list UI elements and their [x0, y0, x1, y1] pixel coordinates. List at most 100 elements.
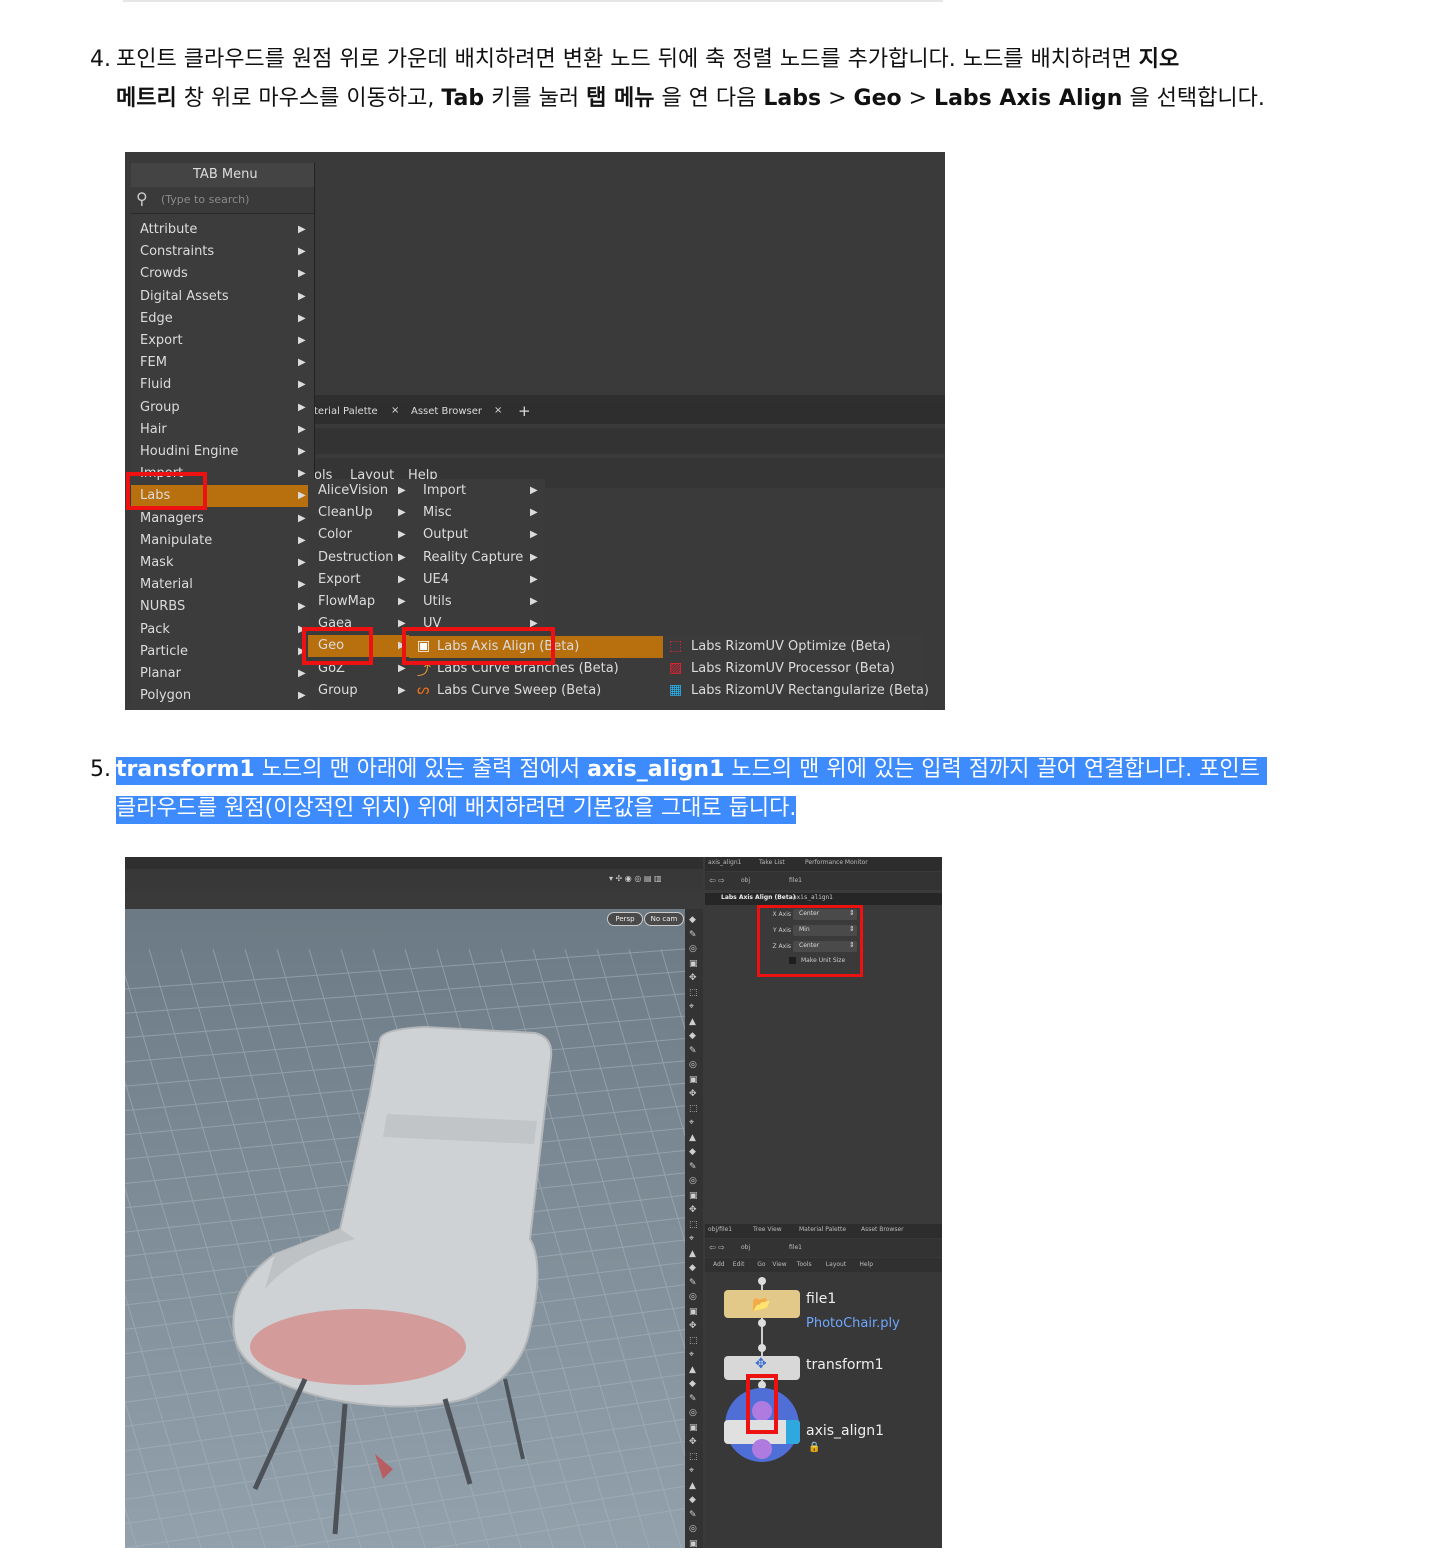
- tool-icon[interactable]: ⌖: [689, 1002, 694, 1012]
- tool-icon[interactable]: ✎: [689, 1394, 697, 1404]
- tab-menu-item[interactable]: Group ▶: [131, 397, 314, 419]
- tool-icon[interactable]: ◎: [689, 1524, 697, 1534]
- geo-menu-item[interactable]: ▨ Labs RizomUV Processor (Beta): [667, 658, 924, 680]
- labs-menu-item[interactable]: CleanUp ▶: [308, 502, 409, 524]
- tool-icon[interactable]: ◆: [689, 1495, 696, 1505]
- tool-icon[interactable]: ⌖: [689, 1234, 694, 1244]
- pane-tab[interactable]: Material Palette: [799, 1226, 846, 1233]
- geo-menu-item[interactable]: ⬚ Labs RizomUV Optimize (Beta): [667, 636, 924, 658]
- path-node[interactable]: file1: [789, 1244, 802, 1251]
- add-tab-icon[interactable]: +: [518, 402, 531, 420]
- labs-menu-item[interactable]: Output ▶: [414, 524, 545, 546]
- camera-button[interactable]: No cam: [644, 912, 684, 926]
- tool-icon[interactable]: ▣: [689, 1539, 698, 1549]
- tool-icon[interactable]: ▲: [689, 1481, 696, 1491]
- menu-item[interactable]: View: [772, 1261, 786, 1268]
- tool-icon[interactable]: ▲: [689, 1017, 696, 1027]
- pane-tab[interactable]: axis_align1: [708, 859, 741, 866]
- tab-menu-item[interactable]: Particle ▶: [131, 641, 314, 663]
- labs-menu-item[interactable]: Color ▶: [308, 524, 409, 546]
- tool-icon[interactable]: ▣: [689, 1075, 698, 1085]
- geo-menu-item[interactable]: ▦ Labs RizomUV Rectangularize (Beta): [667, 680, 929, 702]
- tool-icon[interactable]: ✥: [689, 1205, 697, 1215]
- tab-menu-item[interactable]: Digital Assets ▶: [131, 286, 314, 308]
- menu-item[interactable]: Edit: [733, 1261, 745, 1268]
- labs-menu-item[interactable]: Misc ▶: [414, 502, 545, 524]
- geo-menu-item[interactable]: ᔕ Labs Curve Sweep (Beta): [409, 680, 663, 702]
- tab-menu-item[interactable]: Attribute ▶: [131, 219, 314, 241]
- tab-menu-item[interactable]: Crowds ▶: [131, 263, 314, 285]
- back-forward-icon[interactable]: ⇦ ⇨: [709, 876, 725, 885]
- tab-menu-item[interactable]: Pack ▶: [131, 619, 314, 641]
- labs-menu-item[interactable]: Destruction ▶: [308, 547, 409, 569]
- labs-menu-item[interactable]: AliceVision ▶: [308, 480, 409, 502]
- persp-button[interactable]: Persp: [607, 912, 643, 926]
- tab-menu-item[interactable]: NURBS ▶: [131, 596, 314, 618]
- labs-menu-item[interactable]: Reality Capture ▶: [414, 547, 545, 569]
- tool-icon[interactable]: ✥: [689, 1437, 697, 1447]
- pane-tab[interactable]: Asset Browser: [411, 406, 482, 417]
- tool-icon[interactable]: ◆: [689, 1031, 696, 1041]
- tool-icon[interactable]: ✎: [689, 930, 697, 940]
- labs-menu-item[interactable]: UE4 ▶: [414, 569, 545, 591]
- pane-tab[interactable]: Take List: [759, 859, 785, 866]
- tool-icon[interactable]: ▣: [689, 1191, 698, 1201]
- tool-icon[interactable]: ▲: [689, 1249, 696, 1259]
- tool-icon[interactable]: ✥: [689, 1321, 697, 1331]
- tab-menu-item[interactable]: FEM ▶: [131, 352, 314, 374]
- output-dot[interactable]: [758, 1319, 766, 1327]
- tool-icon[interactable]: ✎: [689, 1046, 697, 1056]
- menu-item[interactable]: Tools: [797, 1261, 812, 1268]
- tool-icon[interactable]: ⌖: [689, 1350, 694, 1360]
- tool-icon[interactable]: ◎: [689, 1176, 697, 1186]
- back-forward-icon[interactable]: ⇦ ⇨: [709, 1243, 725, 1252]
- tool-icon[interactable]: ✥: [689, 973, 697, 983]
- display-flag[interactable]: [786, 1420, 800, 1444]
- tab-menu-item[interactable]: Edge ▶: [131, 308, 314, 330]
- tool-icon[interactable]: ◆: [689, 915, 696, 925]
- tool-icon[interactable]: ✎: [689, 1510, 697, 1520]
- tool-icon[interactable]: ▣: [689, 1307, 698, 1317]
- path-node[interactable]: file1: [789, 877, 802, 884]
- tool-icon[interactable]: ▣: [689, 1423, 698, 1433]
- tab-menu-item[interactable]: Constraints ▶: [131, 241, 314, 263]
- tool-icon[interactable]: ⬚: [689, 1104, 698, 1114]
- labs-menu-item[interactable]: FlowMap ▶: [308, 591, 409, 613]
- tab-menu-item[interactable]: Manipulate ▶: [131, 530, 314, 552]
- menu-item[interactable]: Go: [757, 1261, 765, 1268]
- tool-icon[interactable]: ▲: [689, 1133, 696, 1143]
- seat-cushion[interactable]: [250, 1309, 466, 1385]
- path-segment[interactable]: obj: [741, 877, 750, 884]
- tool-icon[interactable]: ▣: [689, 959, 698, 969]
- tool-icon[interactable]: ✎: [689, 1278, 697, 1288]
- input-dot[interactable]: [758, 1344, 766, 1352]
- tool-icon[interactable]: ⌖: [689, 1466, 694, 1476]
- tool-icon[interactable]: ▲: [689, 1365, 696, 1375]
- tool-icon[interactable]: ⬚: [689, 1220, 698, 1230]
- tool-icon[interactable]: ⬚: [689, 1336, 698, 1346]
- tab-menu-item[interactable]: Primitive▶: [131, 707, 314, 710]
- labs-menu-item[interactable]: Import ▶: [414, 480, 545, 502]
- tool-icon[interactable]: ◎: [689, 1292, 697, 1302]
- input-dot[interactable]: [758, 1277, 766, 1285]
- tool-icon[interactable]: ⬚: [689, 988, 698, 998]
- labs-menu-item[interactable]: Utils ▶: [414, 591, 545, 613]
- close-icon[interactable]: ×: [391, 405, 399, 416]
- pane-tab[interactable]: Tree View: [753, 1226, 782, 1233]
- tab-menu-item[interactable]: Houdini Engine ▶: [131, 441, 314, 463]
- tool-icon[interactable]: ◎: [689, 1408, 697, 1418]
- tab-menu-item[interactable]: Polygon ▶: [131, 685, 314, 707]
- pane-tab[interactable]: Performance Monitor: [805, 859, 868, 866]
- pane-tab[interactable]: obj/file1: [708, 1226, 732, 1233]
- tool-icon[interactable]: ◆: [689, 1379, 696, 1389]
- search-input[interactable]: (Type to search): [161, 193, 249, 206]
- menu-item[interactable]: Add: [713, 1261, 725, 1268]
- labs-menu-item[interactable]: Group ▶: [308, 680, 409, 702]
- tool-icon[interactable]: ⬚: [689, 1452, 698, 1462]
- tab-search[interactable]: ⚲ (Type to search): [131, 187, 314, 214]
- tool-icon[interactable]: ✥: [689, 1089, 697, 1099]
- node-name-field[interactable]: axis_align1: [793, 894, 833, 901]
- menu-item[interactable]: Layout: [826, 1261, 846, 1268]
- pane-tab[interactable]: terial Palette: [314, 406, 378, 417]
- tab-menu-item[interactable]: Managers ▶: [131, 508, 314, 530]
